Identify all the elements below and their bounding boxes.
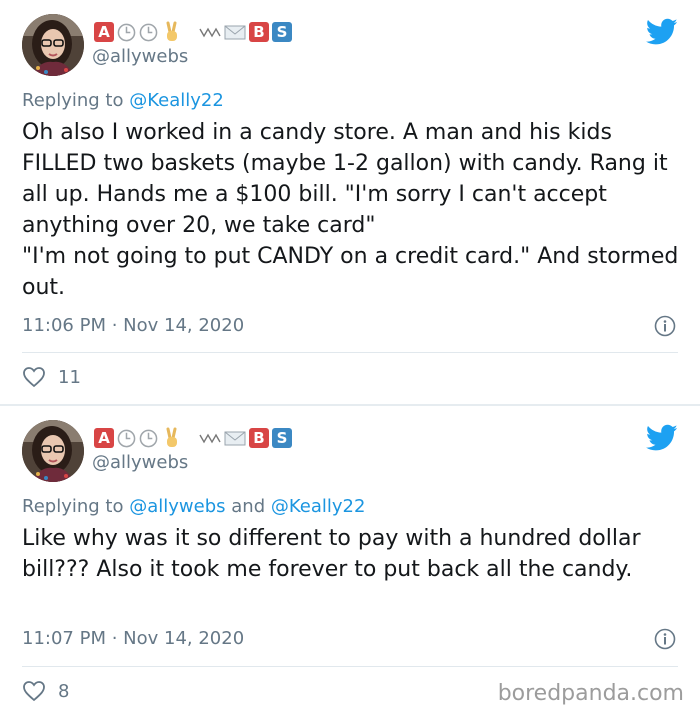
user-handle[interactable]: @allywebs bbox=[92, 46, 188, 67]
envelope-icon bbox=[224, 25, 246, 40]
clock-icon bbox=[117, 23, 136, 41]
mention-link[interactable]: @Keally22 bbox=[129, 90, 224, 111]
heart-icon[interactable] bbox=[22, 366, 46, 388]
tweet-text: Oh also I worked in a candy store. A man… bbox=[22, 120, 679, 300]
letter-b-badge: B bbox=[249, 22, 269, 42]
replying-to: Replying to @Keally22 bbox=[22, 90, 224, 111]
watermark: boredpanda.com bbox=[497, 681, 684, 706]
display-name[interactable]: A B S bbox=[94, 426, 292, 450]
tweet-timestamp[interactable]: 11:07 PM · Nov 14, 2020 bbox=[22, 628, 244, 649]
like-count: 11 bbox=[58, 366, 81, 388]
info-icon[interactable] bbox=[654, 315, 676, 337]
twitter-bird-icon[interactable] bbox=[646, 18, 678, 46]
mention-link[interactable]: @allywebs bbox=[129, 496, 225, 517]
display-name[interactable]: A B S bbox=[94, 20, 292, 44]
wave-icon bbox=[199, 27, 221, 38]
letter-s-badge: S bbox=[272, 22, 292, 42]
twitter-bird-icon[interactable] bbox=[646, 424, 678, 452]
tweet-timestamp[interactable]: 11:06 PM · Nov 14, 2020 bbox=[22, 315, 244, 336]
mention-link[interactable]: @Keally22 bbox=[271, 496, 366, 517]
like-count: 8 bbox=[58, 680, 70, 702]
clock-icon bbox=[117, 429, 136, 447]
tweet-card: A B S @allywebs Replying to @Keally22 Oh… bbox=[0, 0, 700, 404]
replying-to: Replying to @allywebs and @Keally22 bbox=[22, 496, 366, 517]
letter-a-badge: A bbox=[94, 428, 114, 448]
victory-hand-icon bbox=[166, 427, 177, 447]
info-icon[interactable] bbox=[654, 628, 676, 650]
like-button[interactable]: 11 bbox=[22, 366, 81, 388]
clock-icon bbox=[139, 23, 158, 41]
clock-icon bbox=[139, 429, 158, 447]
avatar[interactable] bbox=[22, 14, 84, 76]
letter-b-badge: B bbox=[249, 428, 269, 448]
avatar[interactable] bbox=[22, 420, 84, 482]
wave-icon bbox=[199, 433, 221, 444]
like-button[interactable]: 8 bbox=[22, 680, 69, 702]
user-handle[interactable]: @allywebs bbox=[92, 452, 188, 473]
divider bbox=[22, 352, 678, 353]
divider bbox=[22, 666, 678, 667]
heart-icon[interactable] bbox=[22, 680, 46, 702]
victory-hand-icon bbox=[166, 21, 177, 41]
tweet-card: A B S @allywebs Replying to @allywebs an… bbox=[0, 406, 700, 720]
tweet-text: Like why was it so different to pay with… bbox=[22, 526, 648, 582]
letter-s-badge: S bbox=[272, 428, 292, 448]
envelope-icon bbox=[224, 431, 246, 446]
letter-a-badge: A bbox=[94, 22, 114, 42]
